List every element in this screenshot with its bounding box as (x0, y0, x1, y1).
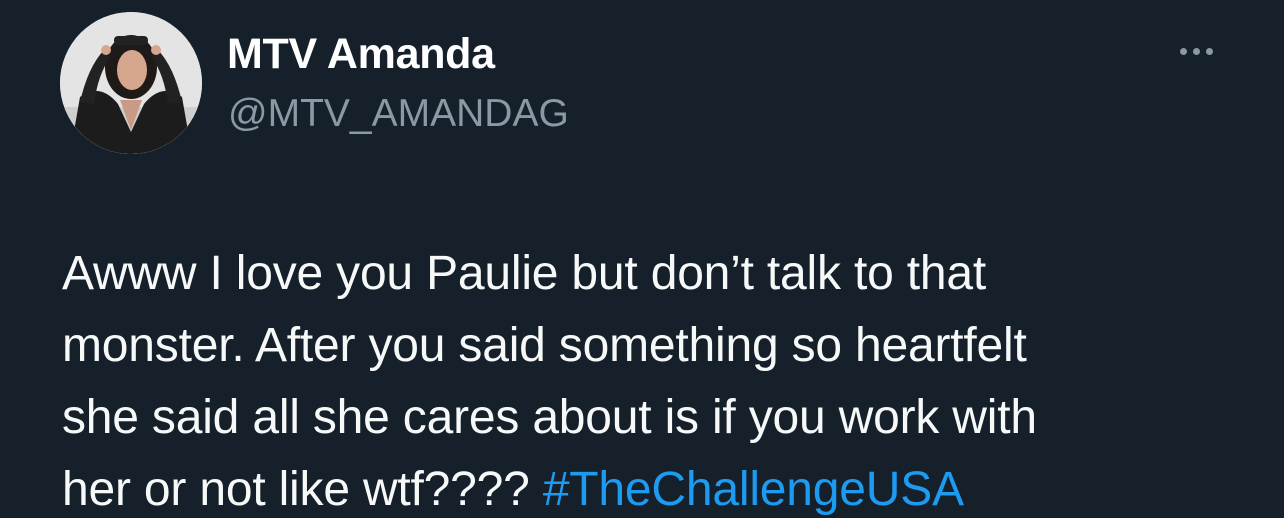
hashtag-link[interactable]: #TheChallengeUSA (543, 463, 964, 516)
author-display-name[interactable]: MTV Amanda (227, 30, 495, 79)
tweet-card: MTV Amanda @MTV_AMANDAG Awww I love you … (0, 0, 1284, 518)
tweet-text-fragment: her or not like wtf???? (62, 463, 530, 516)
tweet-text: Awww I love you Paulie but don’t talk to… (62, 238, 1262, 518)
tweet-text-line: Awww I love you Paulie but don’t talk to… (62, 247, 986, 300)
tweet-text-line: she said all she cares about is if you w… (62, 391, 1037, 444)
tweet-text-line-last: her or not like wtf???? #TheChallengeUSA (62, 454, 1262, 518)
tweet-text-line: monster. After you said something so hea… (62, 319, 1027, 372)
author-handle[interactable]: @MTV_AMANDAG (228, 92, 569, 136)
more-horizontal-icon (1179, 47, 1213, 55)
author-avatar[interactable] (60, 12, 202, 154)
more-options-button[interactable] (1168, 34, 1224, 68)
